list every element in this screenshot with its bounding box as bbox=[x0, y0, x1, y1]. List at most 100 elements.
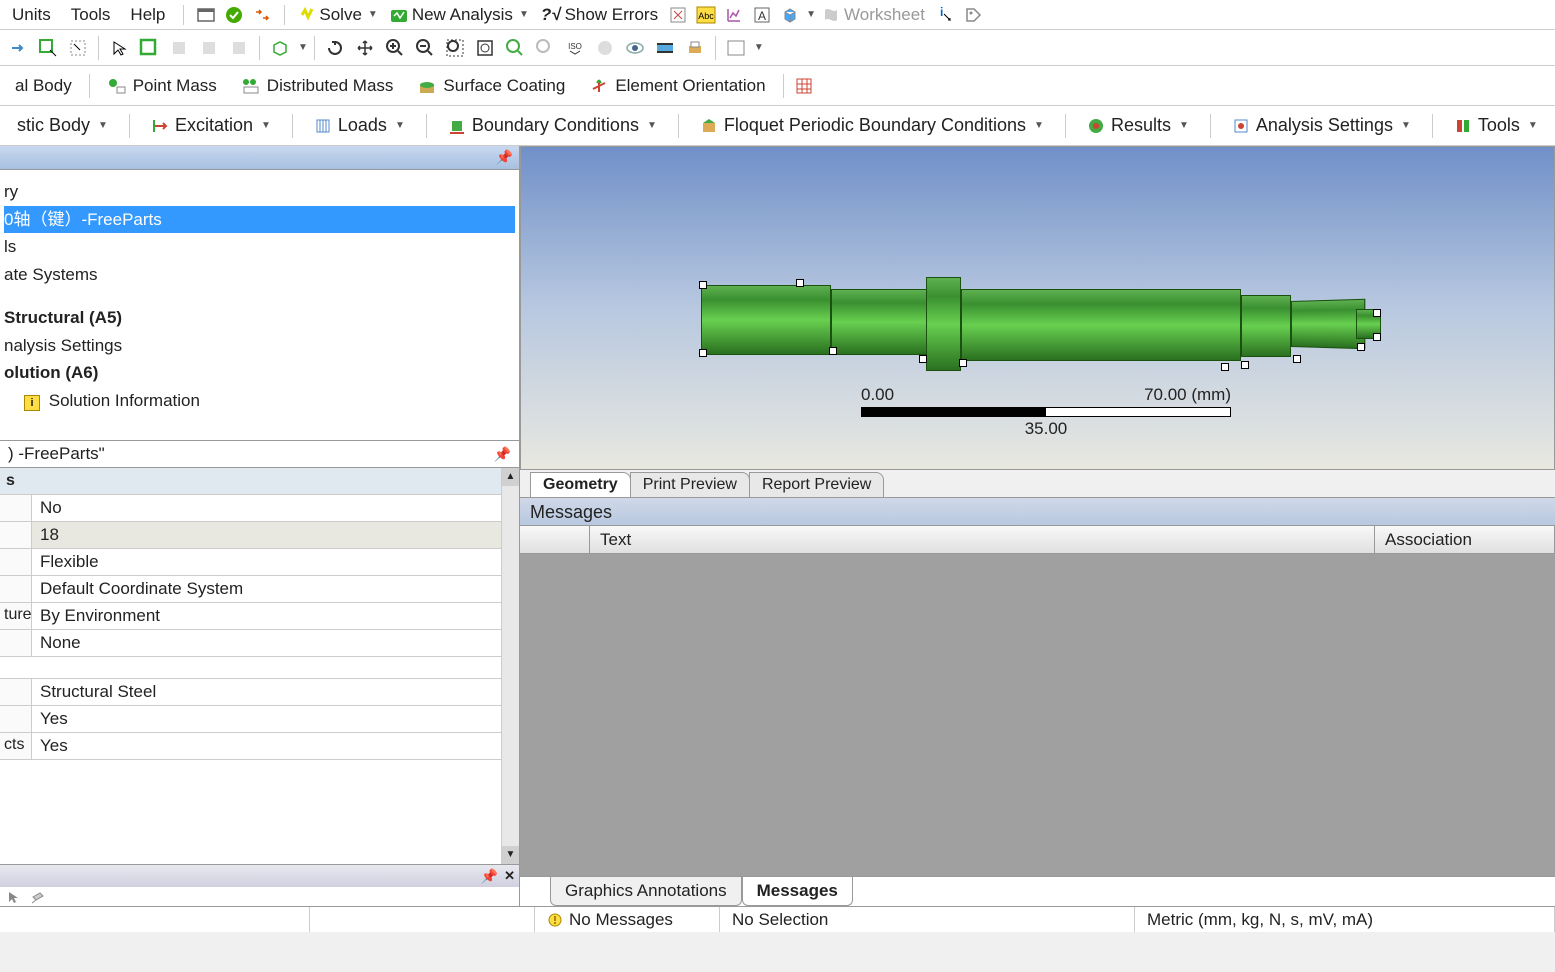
msg-col-text[interactable]: Text bbox=[590, 526, 1375, 553]
tree-item[interactable]: ls bbox=[4, 233, 515, 261]
loads-dropdown[interactable]: Loads ▼ bbox=[301, 108, 418, 143]
pin-icon[interactable]: 📌 bbox=[481, 868, 498, 885]
pin-icon[interactable]: 📌 bbox=[496, 149, 513, 166]
select-cursor-icon[interactable] bbox=[34, 34, 62, 62]
elem-orient-button[interactable]: Element Orientation bbox=[578, 71, 776, 101]
outline-tree[interactable]: ry 0轴（键）-FreeParts ls ate Systems Struct… bbox=[0, 170, 519, 440]
arrow-icon[interactable] bbox=[4, 34, 32, 62]
shaft-model[interactable] bbox=[701, 275, 1381, 375]
pointer-icon[interactable] bbox=[105, 34, 133, 62]
tab-report-preview[interactable]: Report Preview bbox=[749, 472, 884, 497]
floquet-dropdown[interactable]: Floquet Periodic Boundary Conditions ▼ bbox=[687, 108, 1057, 143]
svg-text:A: A bbox=[758, 9, 766, 23]
cube-icon[interactable] bbox=[776, 1, 804, 29]
show-errors-button[interactable]: ?√ Show Errors bbox=[535, 3, 664, 27]
scroll-down-icon[interactable]: ▼ bbox=[502, 846, 519, 864]
msg-col-assoc[interactable]: Association bbox=[1375, 526, 1555, 553]
abc-icon[interactable]: Abc bbox=[692, 1, 720, 29]
status-units: Metric (mm, kg, N, s, mV, mA) bbox=[1135, 907, 1555, 932]
window-icon[interactable] bbox=[192, 1, 220, 29]
scrollbar[interactable]: ▲ ▼ bbox=[501, 468, 519, 864]
tool-icon-1[interactable] bbox=[664, 1, 692, 29]
menu-units[interactable]: Units bbox=[2, 1, 61, 29]
pushpin-tool-icon[interactable] bbox=[30, 890, 46, 904]
surface-coating-button[interactable]: Surface Coating bbox=[406, 71, 576, 101]
body-button[interactable]: al Body bbox=[4, 71, 83, 101]
arrows-icon[interactable] bbox=[248, 1, 276, 29]
prop-row[interactable]: Yes bbox=[0, 706, 519, 733]
print-icon[interactable] bbox=[681, 34, 709, 62]
tools-label: Tools bbox=[1478, 115, 1520, 136]
tag-icon[interactable] bbox=[959, 1, 987, 29]
scroll-up-icon[interactable]: ▲ bbox=[502, 468, 519, 486]
separator bbox=[783, 74, 784, 98]
zoom-in-icon[interactable] bbox=[381, 34, 409, 62]
window-layout-icon[interactable] bbox=[722, 34, 750, 62]
tree-item-solution[interactable]: olution (A6) bbox=[4, 359, 515, 387]
film-icon[interactable] bbox=[651, 34, 679, 62]
close-icon[interactable]: ✕ bbox=[504, 868, 515, 884]
menu-bar: Units Tools Help Solve ▼ New Analysis ▼ … bbox=[0, 0, 1555, 30]
body-dropdown[interactable]: stic Body ▼ bbox=[4, 108, 121, 143]
pan-icon[interactable] bbox=[351, 34, 379, 62]
point-mass-button[interactable]: Point Mass bbox=[96, 71, 228, 101]
solve-button[interactable]: Solve ▼ bbox=[293, 3, 383, 27]
tree-item-solution-info[interactable]: i Solution Information bbox=[4, 387, 515, 415]
pin-icon[interactable]: 📌 bbox=[494, 446, 511, 463]
iso-icon[interactable]: ISO bbox=[561, 34, 589, 62]
msg-col-blank[interactable] bbox=[520, 526, 590, 553]
prop-group[interactable]: s bbox=[0, 468, 519, 495]
excitation-dropdown[interactable]: Excitation ▼ bbox=[138, 108, 284, 143]
bottom-tabs: Graphics Annotations Messages bbox=[520, 876, 1555, 906]
check-icon[interactable] bbox=[220, 1, 248, 29]
status-bar: No Messages No Selection Metric (mm, kg,… bbox=[0, 906, 1555, 932]
chevron-down-icon[interactable]: ▼ bbox=[754, 42, 764, 53]
tree-panel-header: 📌 bbox=[0, 146, 519, 170]
bc-dropdown[interactable]: Boundary Conditions ▼ bbox=[435, 108, 670, 143]
new-analysis-button[interactable]: New Analysis ▼ bbox=[384, 3, 535, 27]
tree-item-structural[interactable]: Structural (A5) bbox=[4, 304, 515, 332]
tools-dropdown[interactable]: Tools ▼ bbox=[1441, 108, 1551, 143]
prop-row[interactable]: Default Coordinate System bbox=[0, 576, 519, 603]
chevron-down-icon[interactable]: ▼ bbox=[298, 42, 308, 53]
tab-messages[interactable]: Messages bbox=[742, 877, 853, 906]
tree-item-selected[interactable]: 0轴（键）-FreeParts bbox=[4, 206, 515, 234]
tree-item[interactable]: ate Systems bbox=[4, 261, 515, 289]
prop-row[interactable]: None bbox=[0, 630, 519, 657]
messages-body[interactable] bbox=[520, 554, 1555, 876]
zoom-box-icon[interactable] bbox=[471, 34, 499, 62]
zoom-out-icon[interactable] bbox=[411, 34, 439, 62]
rotate-icon[interactable] bbox=[321, 34, 349, 62]
prop-row[interactable]: ctsYes bbox=[0, 733, 519, 760]
tab-geometry[interactable]: Geometry bbox=[530, 472, 631, 497]
isometric-icon[interactable] bbox=[266, 34, 294, 62]
menu-tools[interactable]: Tools bbox=[61, 1, 121, 29]
prop-row[interactable]: tureBy Environment bbox=[0, 603, 519, 630]
3d-viewport[interactable]: 0.00 70.00 (mm) 35.00 bbox=[520, 146, 1555, 470]
prop-row[interactable]: 18 bbox=[0, 522, 519, 549]
zoom-fit-icon[interactable] bbox=[441, 34, 469, 62]
text-a-icon[interactable]: A bbox=[748, 1, 776, 29]
eye-icon[interactable] bbox=[621, 34, 649, 62]
tab-print-preview[interactable]: Print Preview bbox=[630, 472, 750, 497]
results-dropdown[interactable]: Results ▼ bbox=[1074, 108, 1202, 143]
select-body-icon[interactable] bbox=[135, 34, 163, 62]
dist-mass-button[interactable]: Distributed Mass bbox=[230, 71, 405, 101]
table-icon[interactable] bbox=[790, 72, 818, 100]
info-cursor-icon[interactable]: i bbox=[931, 1, 959, 29]
chart-icon[interactable] bbox=[720, 1, 748, 29]
menu-help[interactable]: Help bbox=[120, 1, 175, 29]
tree-item[interactable]: ry bbox=[4, 178, 515, 206]
tool-c-icon bbox=[225, 34, 253, 62]
prop-row[interactable]: Flexible bbox=[0, 549, 519, 576]
tab-graphics-annotations[interactable]: Graphics Annotations bbox=[550, 877, 742, 906]
zoom-icon[interactable] bbox=[501, 34, 529, 62]
prop-row[interactable]: Structural Steel bbox=[0, 679, 519, 706]
prop-row[interactable]: No bbox=[0, 495, 519, 522]
analysis-settings-dropdown[interactable]: Analysis Settings ▼ bbox=[1219, 108, 1424, 143]
chevron-down-icon[interactable]: ▼ bbox=[806, 9, 816, 20]
select-box-icon[interactable] bbox=[64, 34, 92, 62]
status-selection: No Selection bbox=[720, 907, 1135, 932]
tree-item[interactable]: nalysis Settings bbox=[4, 332, 515, 360]
cursor-icon[interactable] bbox=[6, 890, 20, 904]
